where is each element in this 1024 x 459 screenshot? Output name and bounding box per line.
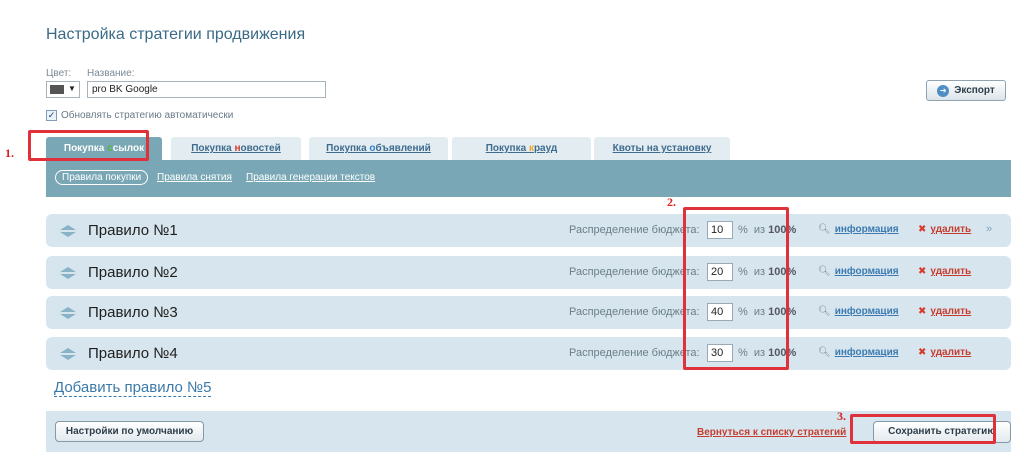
delete-label: удалить — [930, 266, 972, 277]
collapse-arrows-icon[interactable] — [59, 224, 77, 238]
color-swatch — [50, 85, 64, 94]
tab-buy-ads[interactable]: Покупка объявлений — [309, 137, 448, 160]
tab-label-post: рауд — [533, 143, 558, 154]
export-icon: ➜ — [937, 84, 950, 97]
delete-link[interactable]: ✖ удалить — [918, 347, 971, 358]
rule-row: Правило №3 Распределение бюджета: 40 % и… — [46, 296, 1011, 329]
back-to-strategies-link[interactable]: Вернуться к списку стратегий — [697, 427, 846, 438]
color-label: Цвет: — [46, 68, 72, 79]
close-icon: ✖ — [918, 306, 927, 317]
info-label: информация — [834, 306, 899, 317]
subnav-text-generation-rules[interactable]: Правила генерации текстов — [246, 172, 375, 183]
info-link[interactable]: 🔍︎ информация — [818, 224, 899, 235]
annotation-box-2 — [683, 207, 789, 370]
default-settings-button[interactable]: Настройки по умолчанию — [55, 421, 204, 442]
subnav-removal-rules[interactable]: Правила снятия — [157, 172, 232, 183]
close-icon: ✖ — [918, 347, 927, 358]
subnav-bar: Правила покупки Правила снятия Правила г… — [46, 160, 1011, 197]
collapse-arrows-icon[interactable] — [59, 266, 77, 280]
annotation-number-2: 2. — [667, 195, 676, 209]
tab-label-pre: Покупка — [191, 143, 235, 154]
info-link[interactable]: 🔍︎ информация — [818, 266, 899, 277]
page-title: Настройка стратегии продвижения — [46, 26, 306, 43]
name-label: Название: — [87, 68, 135, 79]
tab-buy-news[interactable]: Покупка новостей — [171, 137, 301, 160]
search-icon: 🔍︎ — [818, 306, 831, 317]
annotation-number-3: 3. — [837, 409, 846, 423]
budget-label: Распределение бюджета: — [569, 224, 700, 236]
tab-buy-crowd[interactable]: Покупка крауд — [452, 137, 591, 160]
tab-label-post: бъявлений — [375, 143, 431, 154]
export-label: Экспорт — [954, 85, 995, 96]
search-icon: 🔍︎ — [818, 347, 831, 358]
tab-label-pre: Покупка — [485, 143, 529, 154]
strategy-panel: Настройка стратегии продвижения Цвет: На… — [18, 4, 1011, 452]
collapse-arrows-icon[interactable] — [59, 347, 77, 361]
delete-label: удалить — [930, 224, 972, 235]
budget-label: Распределение бюджета: — [569, 347, 700, 359]
tab-install-quotas[interactable]: Квоты на установку — [594, 137, 730, 160]
rule-name: Правило №4 — [88, 345, 178, 362]
info-label: информация — [834, 347, 899, 358]
rule-name: Правило №3 — [88, 304, 178, 321]
tab-label-post: овостей — [240, 143, 281, 154]
budget-label: Распределение бюджета: — [569, 266, 700, 278]
auto-update-checkbox[interactable]: ✓ — [46, 110, 57, 121]
info-label: информация — [834, 224, 899, 235]
expand-more-icon[interactable]: » — [986, 223, 992, 235]
delete-link[interactable]: ✖ удалить — [918, 306, 971, 317]
info-link[interactable]: 🔍︎ информация — [818, 347, 899, 358]
tab-label: Квоты на установку — [612, 143, 712, 154]
tab-label-pre: Покупка — [326, 143, 370, 154]
budget-label: Распределение бюджета: — [569, 306, 700, 318]
add-rule-link[interactable]: Добавить правило №5 — [54, 380, 212, 397]
chevron-down-icon: ▼ — [68, 84, 76, 93]
close-icon: ✖ — [918, 266, 927, 277]
delete-link[interactable]: ✖ удалить — [918, 266, 971, 277]
search-icon: 🔍︎ — [818, 266, 831, 277]
info-link[interactable]: 🔍︎ информация — [818, 306, 899, 317]
auto-update-label: Обновлять стратегию автоматически — [61, 110, 234, 121]
annotation-box-3 — [850, 414, 996, 444]
rule-row: Правило №4 Распределение бюджета: 30 % и… — [46, 337, 1011, 370]
collapse-arrows-icon[interactable] — [59, 306, 77, 320]
rule-name: Правило №2 — [88, 264, 178, 281]
search-icon: 🔍︎ — [818, 224, 831, 235]
color-picker[interactable]: ▼ — [46, 81, 80, 98]
annotation-box-1 — [28, 130, 149, 161]
auto-update-row[interactable]: ✓ Обновлять стратегию автоматически — [46, 110, 233, 121]
info-label: информация — [834, 266, 899, 277]
close-icon: ✖ — [918, 224, 927, 235]
rule-row: Правило №1 Распределение бюджета: 10 % и… — [46, 214, 1011, 247]
delete-link[interactable]: ✖ удалить — [918, 224, 971, 235]
export-button[interactable]: ➜ Экспорт — [926, 80, 1006, 101]
strategy-name-input[interactable]: pro BK Google — [87, 81, 326, 98]
rule-name: Правило №1 — [88, 222, 178, 239]
delete-label: удалить — [930, 306, 972, 317]
annotation-number-1: 1. — [5, 146, 14, 160]
rule-row: Правило №2 Распределение бюджета: 20 % и… — [46, 256, 1011, 289]
delete-label: удалить — [930, 347, 972, 358]
subnav-purchase-rules[interactable]: Правила покупки — [55, 170, 149, 185]
